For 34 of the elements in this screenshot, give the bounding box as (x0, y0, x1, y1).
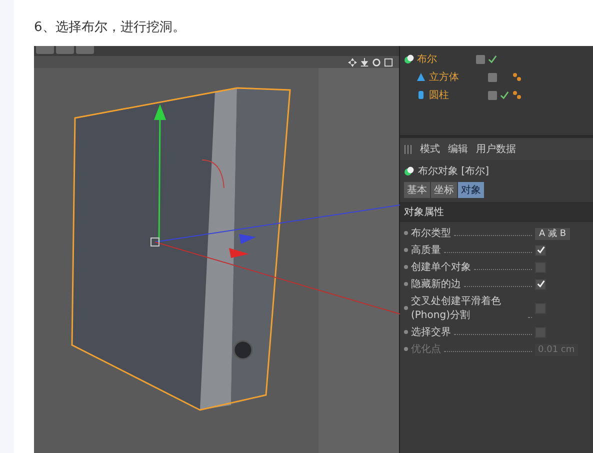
section-header: 对象属性 (400, 202, 593, 222)
property-label: 选择交界 (411, 326, 451, 339)
tab[interactable]: 基本 (404, 182, 430, 198)
menu-item[interactable]: 编辑 (448, 142, 468, 156)
property-label: 隐藏新的边 (411, 278, 461, 291)
tab[interactable]: 对象 (458, 182, 484, 198)
x-axis[interactable] (154, 242, 400, 314)
boole-icon (404, 166, 414, 176)
grip-icon[interactable] (404, 144, 412, 154)
rotation-handle[interactable] (202, 160, 224, 188)
move-icon[interactable] (348, 58, 357, 66)
property-label: 优化点 (411, 342, 441, 356)
checkbox[interactable] (535, 278, 546, 290)
dropdown[interactable]: A 减 B (535, 228, 570, 240)
property-label: 高质量 (411, 244, 441, 257)
boole-icon (404, 54, 414, 64)
pivot-handle[interactable] (150, 238, 160, 246)
property-label: 交叉处创建平滑着色(Phong)分割 (411, 294, 502, 322)
tab[interactable]: 坐标 (431, 182, 457, 198)
property-label: 创建单个对象 (411, 260, 471, 274)
property-label: 布尔类型 (411, 226, 451, 240)
y-axis[interactable] (154, 104, 166, 242)
menu-item[interactable]: 用户数据 (476, 142, 516, 156)
hole (233, 340, 253, 360)
object-title: 布尔对象 [布尔] (418, 164, 489, 178)
z-axis[interactable] (154, 204, 400, 244)
object-name[interactable]: 布尔 (417, 52, 473, 66)
pyramid-icon (416, 72, 426, 82)
step-heading: 6、选择布尔，进行挖洞。 (34, 19, 186, 37)
object-name[interactable]: 立方体 (429, 70, 485, 84)
object-name[interactable]: 圆柱 (429, 88, 485, 102)
checkbox[interactable] (535, 244, 546, 256)
menu-item[interactable]: 模式 (420, 142, 440, 156)
cylinder-icon (416, 90, 426, 100)
